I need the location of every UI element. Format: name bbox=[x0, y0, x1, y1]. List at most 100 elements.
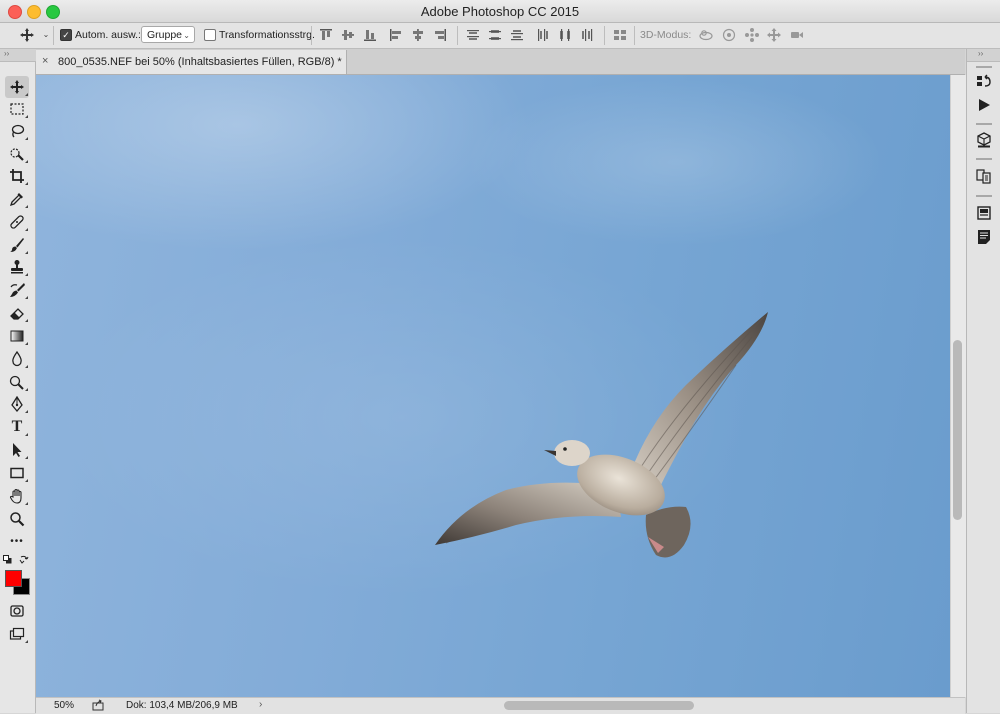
document-canvas[interactable] bbox=[36, 75, 950, 697]
horizontal-scrollbar-thumb[interactable] bbox=[504, 701, 694, 710]
eraser-icon bbox=[10, 308, 24, 320]
dodge-tool[interactable] bbox=[5, 371, 29, 393]
dodge-icon bbox=[9, 375, 24, 390]
marquee-tool[interactable] bbox=[5, 98, 29, 120]
align-bottom-edges-button[interactable] bbox=[362, 27, 378, 43]
type-tool[interactable]: T bbox=[5, 416, 29, 438]
distribute-horizontal-centers-button[interactable] bbox=[557, 27, 573, 43]
auto-select-target-value: Gruppe bbox=[147, 29, 183, 41]
3d-cube-icon bbox=[977, 132, 991, 148]
panel-group-grip[interactable] bbox=[976, 123, 992, 125]
document-tab[interactable]: × 800_0535.NEF bei 50% (Inhaltsbasiertes… bbox=[36, 50, 347, 74]
auto-align-layers-button[interactable] bbox=[612, 27, 628, 43]
align-right-edges-button[interactable] bbox=[432, 27, 448, 43]
more-tools-button[interactable]: ••• bbox=[5, 530, 29, 552]
distribute-bottom-edges-button[interactable] bbox=[509, 27, 525, 43]
gradient-tool[interactable] bbox=[5, 325, 29, 347]
swap-colors-button[interactable] bbox=[19, 554, 29, 564]
transform-controls-label: Transformationsstrg. bbox=[219, 29, 315, 41]
history-brush-icon bbox=[10, 283, 25, 297]
history-panel-button[interactable] bbox=[976, 73, 992, 89]
notes-panel-button[interactable] bbox=[976, 229, 992, 245]
3d-orbit-icon bbox=[699, 30, 713, 41]
transform-controls-checkbox[interactable] bbox=[204, 29, 216, 41]
rectangle-tool[interactable] bbox=[5, 462, 29, 484]
path-selection-tool[interactable] bbox=[5, 439, 29, 461]
toolbar-header[interactable]: ›› bbox=[0, 49, 36, 62]
chevron-down-icon[interactable]: ⌄ bbox=[38, 27, 54, 43]
3d-panel-button[interactable] bbox=[976, 132, 992, 148]
3d-roll-button[interactable] bbox=[721, 27, 737, 43]
swap-arrows-icon bbox=[19, 555, 29, 564]
quick-mask-button[interactable] bbox=[5, 600, 29, 622]
document-size-info: Dok: 103,4 MB/206,9 MB bbox=[126, 700, 238, 711]
align-vertical-centers-button[interactable] bbox=[340, 27, 356, 43]
foreground-color-swatch[interactable] bbox=[5, 570, 22, 587]
default-colors-button[interactable] bbox=[3, 555, 12, 564]
layer-comps-panel-button[interactable] bbox=[976, 168, 992, 184]
align-top-edges-button[interactable] bbox=[318, 27, 334, 43]
properties-panel-button[interactable] bbox=[976, 205, 992, 221]
3d-scale-button[interactable] bbox=[789, 27, 805, 43]
panel-group-grip[interactable] bbox=[976, 66, 992, 68]
drop-icon bbox=[12, 351, 22, 367]
distribute-right-edges-button[interactable] bbox=[579, 27, 595, 43]
align-horizontal-centers-button[interactable] bbox=[410, 27, 426, 43]
align-left-edges-button[interactable] bbox=[388, 27, 404, 43]
tools-panel: T ••• bbox=[0, 62, 36, 713]
vertical-scrollbar-thumb[interactable] bbox=[953, 340, 962, 520]
quick-selection-tool[interactable] bbox=[5, 143, 29, 165]
options-bar: ⌄ ✓ Autom. ausw.: Gruppe ⌄ Transformatio… bbox=[0, 23, 1000, 49]
actions-panel-button[interactable] bbox=[976, 97, 992, 113]
status-bar: 50% Dok: 103,4 MB/206,9 MB › bbox=[36, 697, 965, 714]
hand-tool[interactable] bbox=[5, 485, 29, 507]
eyedropper-tool[interactable] bbox=[5, 188, 29, 210]
align-vcenter-icon bbox=[342, 30, 354, 40]
3d-roll-icon bbox=[722, 28, 736, 42]
gull-eye bbox=[563, 447, 567, 451]
stamp-icon bbox=[11, 260, 23, 274]
clone-stamp-tool[interactable] bbox=[5, 256, 29, 278]
zoom-level[interactable]: 50% bbox=[54, 700, 74, 711]
panel-dock: ›› bbox=[966, 49, 1000, 713]
3d-pan-button[interactable] bbox=[744, 27, 760, 43]
panel-dock-header[interactable]: ›› bbox=[967, 49, 1000, 62]
distribute-vertical-centers-button[interactable] bbox=[487, 27, 503, 43]
auto-select-target-dropdown[interactable]: Gruppe ⌄ bbox=[141, 26, 195, 43]
type-icon: T bbox=[11, 418, 23, 435]
close-tab-icon[interactable]: × bbox=[42, 55, 48, 67]
3d-mode-label: 3D-Modus: bbox=[640, 29, 692, 41]
crop-tool[interactable] bbox=[5, 165, 29, 187]
pen-tool[interactable] bbox=[5, 393, 29, 415]
healing-brush-tool[interactable] bbox=[5, 211, 29, 233]
share-export-icon[interactable] bbox=[92, 699, 104, 711]
zoom-tool[interactable] bbox=[5, 508, 29, 530]
screen-mode-button[interactable] bbox=[5, 623, 29, 645]
move-tool[interactable] bbox=[5, 76, 29, 98]
align-right-icon bbox=[435, 29, 446, 41]
ellipsis-icon: ••• bbox=[10, 535, 24, 547]
distribute-top-edges-button[interactable] bbox=[465, 27, 481, 43]
panel-group-grip[interactable] bbox=[976, 195, 992, 197]
rectangular-marquee-icon bbox=[10, 103, 24, 115]
tool-preset-picker[interactable] bbox=[18, 27, 36, 43]
3d-orbit-button[interactable] bbox=[698, 27, 714, 43]
brush-tool[interactable] bbox=[5, 234, 29, 256]
status-menu-arrow-icon[interactable]: › bbox=[259, 699, 262, 710]
panel-group-grip[interactable] bbox=[976, 158, 992, 160]
blur-tool[interactable] bbox=[5, 348, 29, 370]
eraser-tool[interactable] bbox=[5, 302, 29, 324]
eyedropper-icon bbox=[9, 193, 23, 207]
auto-select-checkbox[interactable]: ✓ bbox=[60, 29, 72, 41]
chevron-down-icon: ⌄ bbox=[183, 31, 190, 40]
history-brush-tool[interactable] bbox=[5, 279, 29, 301]
3d-slide-button[interactable] bbox=[766, 27, 782, 43]
gull-head bbox=[554, 440, 590, 466]
lasso-tool[interactable] bbox=[5, 120, 29, 142]
collapse-arrows-icon: ›› bbox=[978, 49, 984, 58]
distribute-hcenter-icon bbox=[560, 29, 570, 41]
arrow-cursor-icon bbox=[13, 443, 22, 457]
history-icon bbox=[977, 74, 991, 87]
distribute-left-edges-button[interactable] bbox=[535, 27, 551, 43]
separator bbox=[53, 26, 54, 45]
